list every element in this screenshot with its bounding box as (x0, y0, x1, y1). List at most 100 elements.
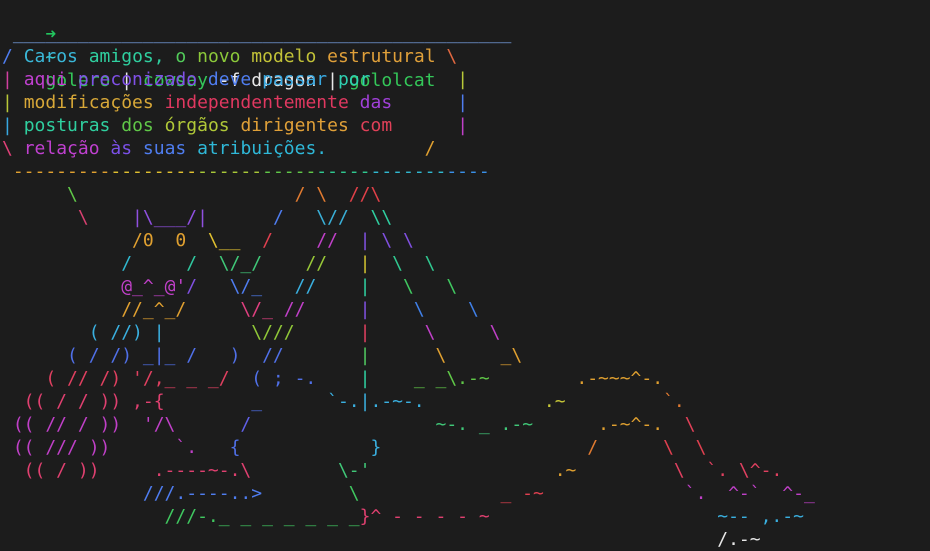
output-segment: { (229, 437, 371, 458)
output-segment: \\ (370, 207, 393, 228)
output-line: | posturas dos órgãos dirigentes com | (2, 114, 815, 137)
output-segment: _ (251, 391, 328, 412)
output-segment: `-.|.-~-. (327, 391, 425, 412)
output-segment: | (359, 276, 404, 297)
output-segment: modificações (23, 92, 165, 113)
output-segment: | (359, 299, 414, 320)
output-segment: \/_ (240, 299, 284, 320)
output-line: (( / / )) ,-{ _ `-.|.-~-. .~ `. (2, 390, 815, 413)
output-segment: ( //) | (2, 322, 252, 343)
output-line: ( / /) _|_ / ) // | \ _\ (2, 344, 815, 367)
output-segment: //\ (348, 184, 382, 205)
output-segment: // (283, 299, 360, 320)
output-segment (2, 230, 132, 251)
output-segment: ///-._ _ _ _ _ _ _ (2, 506, 360, 527)
output-segment: \ (2, 207, 133, 228)
output-segment: modelo (251, 46, 328, 67)
output-segment: suas (142, 138, 198, 159)
output-segment: | (359, 345, 436, 366)
output-segment: \ (2, 184, 295, 205)
output-line: \ |\___/| / \// \\ (2, 206, 815, 229)
output-segment: ---- (446, 161, 490, 182)
output-segment: (( /// )) `. (2, 437, 230, 458)
output-segment: ----- (316, 161, 371, 182)
output-segment: / (424, 138, 436, 159)
output-segment: | (2, 115, 24, 136)
output-line: (( /// )) `. { } / \ \ (2, 436, 815, 459)
output-segment: / (2, 46, 24, 67)
output-segment: | (2, 92, 24, 113)
output-line: (( // / )) '/\ / ~-. _ .-~ .-~^-. \ (2, 413, 815, 436)
output-segment: ( ; -. (251, 368, 360, 389)
output-segment: / (381, 437, 664, 458)
output-segment: /.-~ (717, 529, 761, 550)
output-segment: -------- (110, 161, 198, 182)
output-line: ///.----..> \ _ -~ `. ^-` ^-_ (2, 482, 815, 505)
output-segment: }^ - - - - ~ (359, 506, 490, 527)
output-segment: // (305, 253, 360, 274)
output-line: \ / \ //\ (2, 183, 815, 206)
output-segment: deve (207, 69, 263, 90)
output-segment: \ (684, 414, 696, 435)
terminal-window[interactable]: ➜ ~ golero | cowsay -f dragon | gololcat… (0, 0, 930, 551)
output-segment (2, 529, 717, 550)
output-segment: .-~^-. (533, 414, 685, 435)
output-line: \ relação às suas atribuições. / (2, 137, 815, 160)
output-segment: // (316, 230, 360, 251)
output-segment: \ \ (424, 322, 501, 343)
output-segment: `. (565, 391, 685, 412)
output-line: | aqui preconizado deve passar por | (2, 68, 815, 91)
output-segment: atribuições. (197, 138, 425, 159)
output-segment: \ _\ (435, 345, 523, 366)
output-segment: dos (121, 115, 165, 136)
output-segment: novo (197, 46, 252, 67)
output-line: ///-._ _ _ _ _ _ _}^ - - - - ~ ~-- ,.-~ (2, 505, 815, 528)
output-segment: ( / /) _|_ / ) // (2, 345, 360, 366)
output-segment: \ \ (392, 253, 436, 274)
output-segment: (( / / )) ,-{ (2, 391, 252, 412)
prompt-line: ➜ ~ golero | cowsay -f dragon | gololcat (2, 0, 435, 91)
output-segment: das (359, 92, 458, 113)
output-line: /0 0 \__ / // | \ \ (2, 229, 815, 252)
output-segment: | (457, 69, 469, 90)
output-segment: / (186, 276, 230, 297)
output-segment: | (359, 322, 425, 343)
output-segment: ///.----..> (2, 483, 349, 504)
output-segment: // (294, 276, 360, 297)
output-segment: `. ^-` ^-_ (684, 483, 815, 504)
output-segment: ~-. _ .-~ (435, 414, 534, 435)
output-segment: | (359, 253, 393, 274)
output-segment (2, 276, 121, 297)
output-segment: \/_ (229, 276, 295, 297)
output-segment: dirigentes (240, 115, 360, 136)
output-segment: ( // /) '/,_ _ _/ (2, 368, 252, 389)
output-segment: / (2, 253, 187, 274)
output-segment: \ \ (663, 437, 707, 458)
lolcat-dragon-output: ________________________________________… (2, 22, 815, 551)
output-line: //_^_/ \/_ // | \ \ (2, 298, 815, 321)
output-segment: Caros (23, 46, 89, 67)
output-segment: \ (348, 483, 360, 504)
output-segment: //_^_/ (2, 299, 241, 320)
output-segment: | (359, 368, 414, 389)
output-segment: relação (23, 138, 111, 159)
output-segment: ----- (262, 161, 317, 182)
output-line: ( //) | \/// | \ \ (2, 321, 815, 344)
output-segment: \// (316, 207, 371, 228)
output-segment: \ `. \^-. (673, 460, 783, 481)
output-segment: aqui (23, 69, 78, 90)
output-segment: .~ (370, 460, 674, 481)
output-line: / Caros amigos, o novo modelo estrutural… (2, 45, 815, 68)
output-segment: | (2, 69, 24, 90)
output-segment: \ (2, 138, 24, 159)
output-segment: estrutural (327, 46, 447, 67)
output-segment: às (110, 138, 143, 159)
output-line: (( / )) .----~-.\ \-' .~ \ `. \^-. (2, 459, 815, 482)
output-segment: _ _\.-~ (413, 368, 490, 389)
output-segment: com (359, 115, 458, 136)
output-segment: o (175, 46, 198, 67)
output-segment: \ (446, 46, 458, 67)
output-line: / / \/_/ // | \ \ (2, 252, 815, 275)
output-segment: | (457, 92, 469, 113)
output-segment: / (240, 414, 436, 435)
